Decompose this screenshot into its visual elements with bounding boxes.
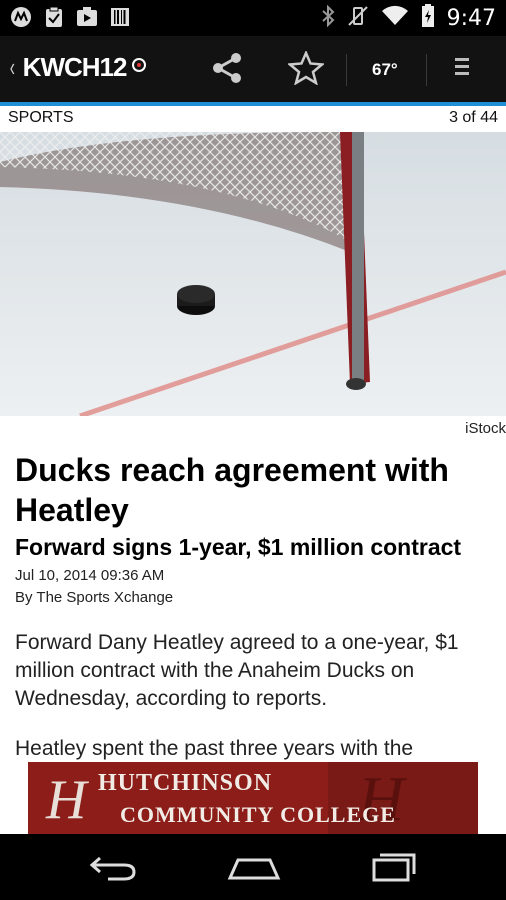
home-logo-button[interactable]: ‹ KWCH12 [8, 52, 147, 83]
logo-text: KWCH12 [22, 52, 128, 82]
star-icon [286, 49, 326, 90]
story-counter: 3 of 44 [449, 109, 498, 126]
app-bar-divider [346, 54, 347, 86]
clock: 9:47 [446, 6, 496, 31]
share-icon [210, 51, 244, 90]
section-name: SPORTS [8, 109, 74, 126]
app-bar: ‹ KWCH12 67° [0, 36, 506, 106]
back-chevron-icon: ‹ [9, 52, 15, 82]
article-paragraph: Forward Dany Heatley agreed to a one-yea… [15, 631, 459, 710]
ad-banner[interactable]: H H HUTCHINSON COMMUNITY COLLEGE [28, 762, 478, 834]
article-body: Forward Dany Heatley agreed to a one-yea… [15, 629, 495, 763]
menu-button[interactable] [442, 52, 482, 88]
article-date: Jul 10, 2014 09:36 AM [15, 567, 165, 584]
article-byline: By The Sports Xchange [15, 589, 174, 606]
motorola-icon [10, 6, 32, 33]
status-bar: 9:47 [0, 0, 506, 36]
app-bar-divider [426, 54, 427, 86]
share-button[interactable] [207, 52, 247, 88]
weather-temperature[interactable]: 67° [372, 60, 398, 80]
bluetooth-icon [321, 4, 335, 32]
ad-monogram-icon: H [45, 769, 89, 831]
article-headline: Ducks reach agreement with Heatley [15, 452, 449, 528]
home-icon[interactable] [226, 852, 282, 887]
clipboard-check-icon [44, 6, 64, 33]
menu-icon [452, 53, 472, 88]
photo-credit: iStock [465, 420, 506, 437]
system-nav-bar [0, 834, 506, 900]
wifi-icon [381, 5, 409, 32]
barcode-icon [110, 6, 130, 33]
article: Ducks reach agreement with Heatley Forwa… [15, 450, 495, 785]
favorite-button[interactable] [286, 49, 326, 90]
recent-apps-icon[interactable] [370, 850, 420, 889]
ad-line1: HUTCHINSON [98, 770, 273, 796]
article-paragraph: Heatley spent the past three years with … [15, 737, 414, 760]
media-play-icon [76, 6, 98, 33]
ad-line2: COMMUNITY COLLEGE [120, 802, 396, 827]
back-icon[interactable] [88, 852, 138, 887]
section-header: SPORTS 3 of 44 [0, 106, 506, 132]
article-subheadline: Forward signs 1-year, $1 million contrac… [15, 534, 462, 560]
battery-charging-icon [421, 4, 435, 33]
article-photo[interactable] [0, 132, 506, 416]
target-icon [132, 58, 147, 77]
vibrate-off-icon [347, 5, 369, 32]
